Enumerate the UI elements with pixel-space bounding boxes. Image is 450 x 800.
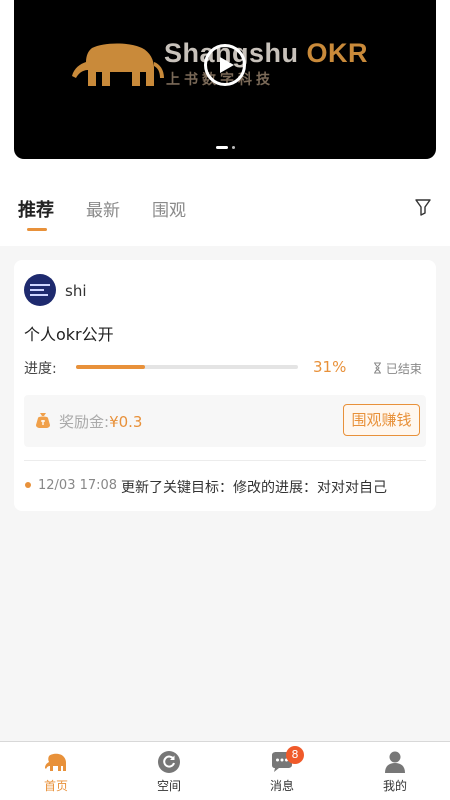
reward-amount: ¥0.3 (109, 413, 143, 431)
okr-card[interactable]: shi 个人okr公开 进度: 31% 已结束 奖励金:¥0.3 围观赚钱 12… (14, 260, 436, 511)
carousel-dot (232, 146, 235, 149)
elephant-logo-icon (72, 43, 164, 86)
tab-recommended[interactable]: 推荐 (18, 196, 54, 222)
status-badge: 已结束 (373, 360, 422, 377)
elephant-icon (45, 753, 66, 771)
hourglass-icon (374, 362, 381, 374)
play-button[interactable] (204, 44, 246, 86)
filter-icon (415, 199, 431, 216)
avatar[interactable] (24, 274, 56, 306)
update-text: 更新了关键目标：修改的进展：对对对自己 (121, 480, 387, 496)
feed-tabs: 推荐 最新 围观 (0, 196, 450, 231)
reward-box: 奖励金:¥0.3 围观赚钱 (24, 395, 426, 447)
money-bag-icon (36, 413, 50, 428)
tab-active-indicator (27, 228, 47, 231)
brand-name: Shangshu OKR (164, 38, 369, 68)
nav-label: 空间 (156, 779, 181, 793)
filter-button[interactable] (414, 198, 432, 220)
watch-earn-button[interactable]: 围观赚钱 (343, 404, 420, 436)
okr-title: 个人okr公开 (24, 325, 114, 344)
carousel-dot-active (216, 146, 228, 149)
tab-watch[interactable]: 围观 (152, 196, 186, 221)
bottom-nav: 首页 空间 8 消息 我的 (0, 741, 450, 800)
tab-latest[interactable]: 最新 (86, 196, 120, 221)
refresh-icon (158, 751, 180, 773)
reward-label: 奖励金:¥0.3 (59, 413, 143, 431)
status-text: 已结束 (385, 362, 422, 376)
person-icon (385, 751, 405, 773)
nav-home[interactable]: 首页 (26, 742, 86, 800)
nav-label: 我的 (382, 779, 407, 793)
nav-messages[interactable]: 8 消息 (252, 742, 312, 800)
nav-label: 消息 (269, 779, 294, 793)
play-icon (220, 57, 234, 73)
progress-bar (76, 365, 298, 369)
message-count-badge: 8 (286, 746, 304, 764)
update-time: 12/03 17:08 (38, 478, 118, 493)
update-dot-icon (25, 482, 31, 488)
progress-fill (76, 365, 145, 369)
progress-label: 进度: (24, 361, 57, 377)
progress-percent: 31% (313, 358, 347, 376)
nav-profile[interactable]: 我的 (365, 742, 425, 800)
username[interactable]: shi (65, 282, 87, 300)
nav-label: 首页 (43, 779, 68, 793)
video-banner[interactable]: Shangshu OKR 上书数字科技 (14, 0, 436, 159)
nav-space[interactable]: 空间 (139, 742, 199, 800)
divider (24, 460, 426, 461)
